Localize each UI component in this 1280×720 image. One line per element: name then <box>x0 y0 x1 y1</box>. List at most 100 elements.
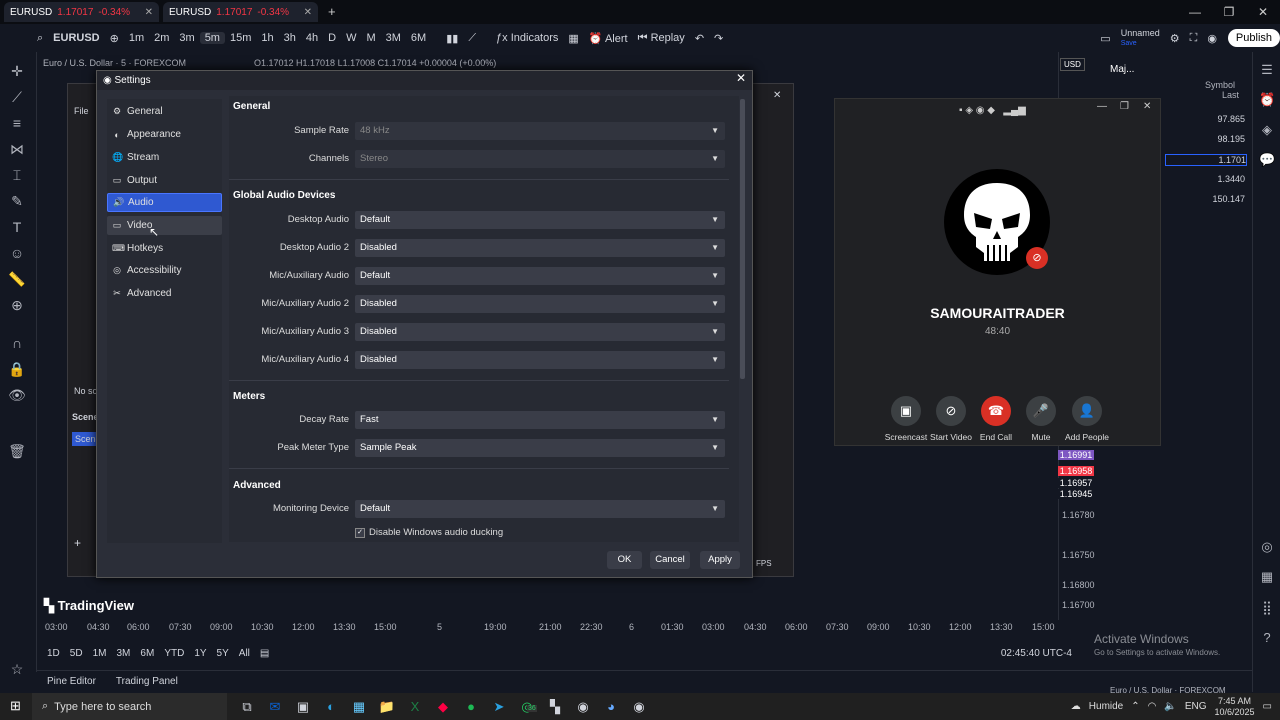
time-axis[interactable]: 03:00 04:30 06:00 07:30 09:00 10:30 12:0… <box>37 622 1077 640</box>
spotify-icon[interactable]: ● <box>457 699 485 714</box>
range-all[interactable]: All <box>239 648 250 659</box>
visibility-icon[interactable]: 👁 <box>8 386 26 404</box>
watch-value[interactable]: 98.195 <box>1165 134 1245 144</box>
watch-value[interactable]: 97.865 <box>1165 114 1245 124</box>
close-icon[interactable]: ✕ <box>1143 101 1151 112</box>
task-view-icon[interactable]: ⧉ <box>233 699 261 715</box>
symbol-search[interactable]: EURUSD <box>48 32 104 44</box>
mute-button[interactable]: 🎤 <box>1026 396 1056 426</box>
help-icon[interactable]: ? <box>1259 630 1275 646</box>
ruler-icon[interactable]: 📏 <box>8 270 26 288</box>
publish-button[interactable]: Publish <box>1227 29 1280 47</box>
nav-item-advanced[interactable]: ✂ Advanced <box>107 284 222 303</box>
start-icon[interactable]: ⊞ <box>10 698 21 714</box>
whatsapp-icon[interactable]: ◎36 <box>513 699 541 715</box>
calendar-icon[interactable]: ▤ <box>260 648 269 659</box>
file-explorer-icon[interactable]: 📁 <box>373 699 401 715</box>
mic-audio-4-select[interactable]: Disabled ▼ <box>355 351 725 369</box>
zoom-icon[interactable]: ⊕ <box>8 296 26 314</box>
system-clock[interactable]: 7:45 AM 10/6/2025 <box>1215 696 1255 718</box>
fullscreen-icon[interactable]: ⛶ <box>1185 32 1203 45</box>
layers-icon[interactable]: ◈ <box>1259 122 1275 138</box>
candle-type-icon[interactable]: ▮▮ <box>441 32 463 45</box>
panel-scrollbar[interactable] <box>740 99 745 379</box>
close-icon[interactable]: ✕ <box>304 7 312 18</box>
ok-button[interactable]: OK <box>607 551 642 569</box>
obs-alt-icon[interactable]: ◉ <box>625 699 653 715</box>
interval-m[interactable]: M <box>361 32 380 44</box>
search-icon[interactable]: ⌕ <box>32 32 48 45</box>
nav-item-general[interactable]: ⚙ General <box>107 102 222 121</box>
range-3m[interactable]: 3M <box>117 648 131 659</box>
tab-pine-editor[interactable]: Pine Editor <box>47 676 96 687</box>
add-symbol-icon[interactable]: ⊕ <box>105 32 124 45</box>
target-icon[interactable]: ◎ <box>1259 539 1275 555</box>
start-video-button[interactable]: ⊘ <box>936 396 966 426</box>
range-1d[interactable]: 1D <box>47 648 60 659</box>
end-call-button[interactable]: ☎ <box>981 396 1011 426</box>
interval-5m[interactable]: 5m <box>199 32 225 44</box>
tab-trading-panel[interactable]: Trading Panel <box>116 676 178 687</box>
checkbox-checked-icon[interactable]: ✓ <box>355 527 365 538</box>
nav-item-audio[interactable]: 🔊 Audio <box>107 193 222 212</box>
range-ytd[interactable]: YTD <box>164 648 184 659</box>
weather-icon[interactable]: ☁ <box>1071 701 1081 712</box>
range-5d[interactable]: 5D <box>70 648 83 659</box>
ducking-checkbox[interactable]: ✓ Disable Windows audio ducking <box>355 527 503 538</box>
trash-icon[interactable]: 🗑 <box>8 442 26 460</box>
notifications-icon[interactable]: ▭ <box>1263 701 1272 712</box>
mic-audio-3-select[interactable]: Disabled ▼ <box>355 323 725 341</box>
browser-tab[interactable]: EURUSD 1.17017 -0.34% ✕ <box>163 2 318 22</box>
nav-item-hotkeys[interactable]: ⌨ Hotkeys <box>107 239 222 258</box>
minimize-icon[interactable]: — <box>1097 101 1107 112</box>
nav-item-accessibility[interactable]: ◎ Accessibility <box>107 261 222 280</box>
trendline-icon[interactable]: ⟋ <box>8 88 26 106</box>
chart-clock[interactable]: 02:45:40 UTC-4 <box>1001 648 1072 659</box>
camera-icon[interactable]: ◉ <box>1202 32 1222 45</box>
desktop-audio-2-select[interactable]: Disabled ▼ <box>355 239 725 257</box>
interval-1h[interactable]: 1h <box>256 32 278 44</box>
layout-name[interactable]: Unnamed Save <box>1116 28 1165 48</box>
volume-icon[interactable]: 🔈 <box>1164 701 1176 712</box>
magnet-icon[interactable]: ∩ <box>8 334 26 352</box>
cancel-button[interactable]: Cancel <box>650 551 690 569</box>
obs-file-menu[interactable]: File <box>74 106 89 116</box>
wifi-icon[interactable]: ◠ <box>1148 701 1157 712</box>
layout-grid-icon[interactable]: ▦ <box>563 32 583 45</box>
watch-value[interactable]: 1.3440 <box>1165 174 1245 184</box>
alert-button[interactable]: ⏰ Alert <box>584 32 633 45</box>
mic-audio-select[interactable]: Default ▼ <box>355 267 725 285</box>
crosshair-icon[interactable]: ✛ <box>8 62 26 80</box>
minimize-icon[interactable]: — <box>1178 0 1212 24</box>
maximize-icon[interactable]: ❐ <box>1120 101 1129 112</box>
brave-icon[interactable]: ◆ <box>429 699 457 715</box>
range-6m[interactable]: 6M <box>140 648 154 659</box>
undo-icon[interactable]: ↶ <box>690 32 709 45</box>
calendar-icon[interactable]: ▦ <box>1259 569 1275 585</box>
monitoring-device-select[interactable]: Default ▼ <box>355 500 725 518</box>
add-people-button[interactable]: 👤 <box>1072 396 1102 426</box>
taskbar-search[interactable]: ⌕ Type here to search <box>32 693 227 720</box>
redo-icon[interactable]: ↷ <box>709 32 728 45</box>
language-indicator[interactable]: ENG <box>1185 701 1207 712</box>
outlook-icon[interactable]: ✉ <box>261 699 289 715</box>
interval-d[interactable]: D <box>323 32 341 44</box>
excel-icon[interactable]: X <box>401 699 429 714</box>
range-1m[interactable]: 1M <box>93 648 107 659</box>
add-scene-icon[interactable]: + <box>74 536 81 550</box>
fib-icon[interactable]: ≡ <box>8 114 26 132</box>
tray-chevron-icon[interactable]: ⌃ <box>1131 701 1139 712</box>
edge-icon[interactable]: ◐ <box>317 699 345 714</box>
star-icon[interactable]: ☆ <box>8 660 26 678</box>
close-icon[interactable]: ✕ <box>736 71 746 85</box>
watch-value[interactable]: 1.1701 <box>1165 154 1247 166</box>
close-icon[interactable]: ✕ <box>145 7 153 18</box>
apps-icon[interactable]: ⣿ <box>1259 600 1275 616</box>
nav-item-output[interactable]: ▭ Output <box>107 171 222 190</box>
indicators-button[interactable]: ƒx Indicators <box>491 32 563 44</box>
range-1y[interactable]: 1Y <box>194 648 206 659</box>
interval-3h[interactable]: 3h <box>279 32 301 44</box>
watch-value[interactable]: 150.147 <box>1165 194 1245 204</box>
interval-w[interactable]: W <box>341 32 361 44</box>
obs-close-icon[interactable]: ✕ <box>773 90 781 101</box>
